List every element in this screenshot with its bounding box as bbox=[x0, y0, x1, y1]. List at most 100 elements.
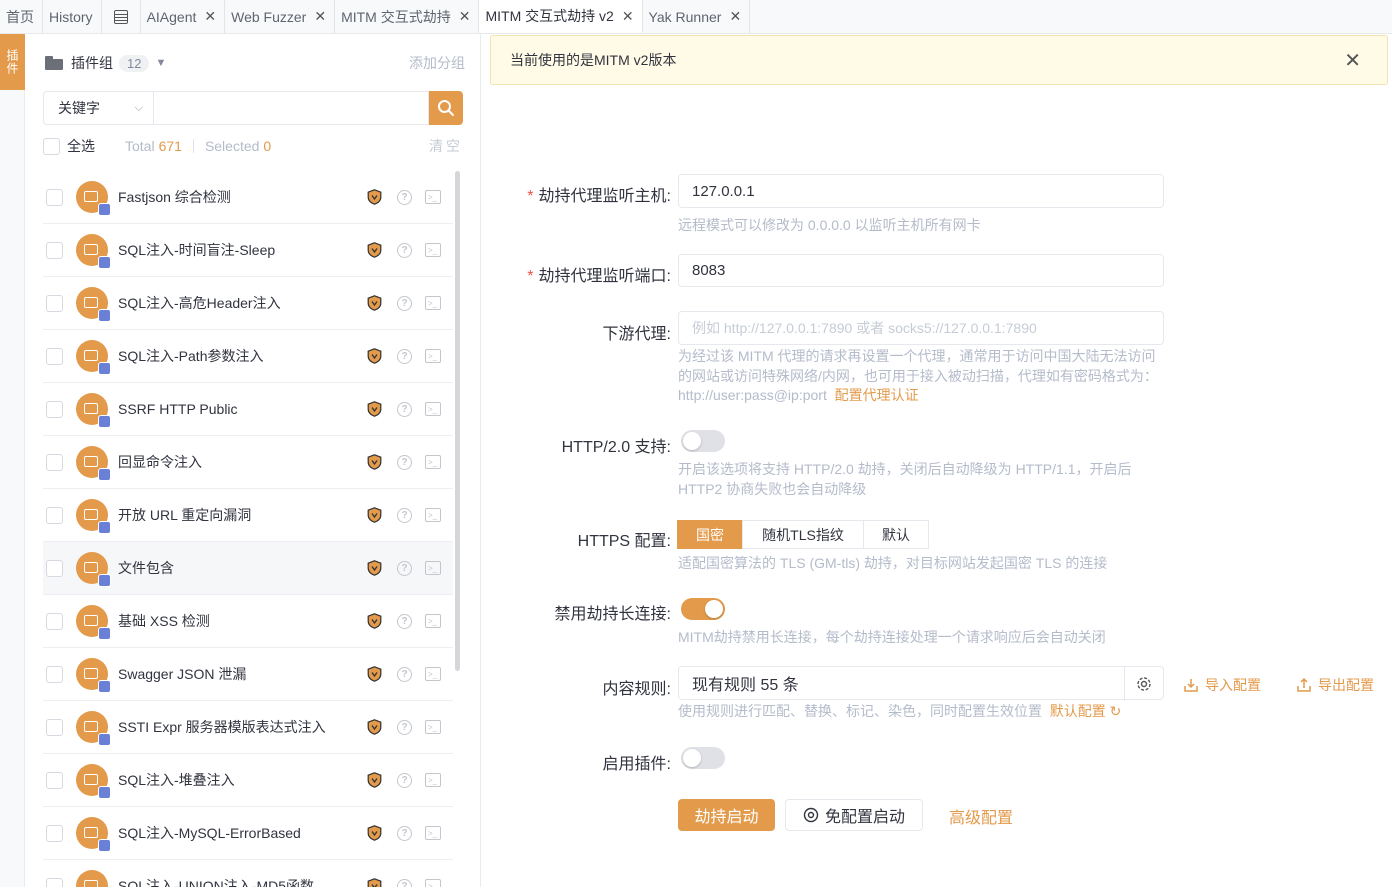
plugin-checkbox[interactable] bbox=[46, 559, 63, 577]
tab-history[interactable]: History bbox=[43, 0, 102, 33]
plugin-list-item[interactable]: SQL注入-Path参数注入? >_ bbox=[43, 330, 453, 383]
plugin-list-item[interactable]: 文件包含? >_ bbox=[43, 542, 453, 595]
help-icon[interactable]: ? bbox=[397, 613, 412, 629]
plugin-list-item[interactable]: Fastjson 综合检测? >_ bbox=[43, 171, 453, 224]
tab-mitm[interactable]: MITM 交互式劫持 ✕ bbox=[335, 0, 480, 33]
help-icon[interactable]: ? bbox=[397, 507, 412, 523]
help-icon[interactable]: ? bbox=[397, 242, 412, 258]
export-config-button[interactable]: 导出配置 bbox=[1296, 675, 1374, 695]
plugin-checkbox[interactable] bbox=[46, 347, 63, 365]
plugin-list-item[interactable]: 基础 XSS 检测? >_ bbox=[43, 595, 453, 648]
https-option-gm[interactable]: 国密 bbox=[677, 520, 743, 549]
terminal-icon[interactable]: >_ bbox=[425, 720, 441, 734]
scrollbar[interactable] bbox=[455, 171, 460, 671]
default-config-link[interactable]: 默认配置 bbox=[1050, 703, 1106, 719]
plugin-group-label[interactable]: 插件组 bbox=[71, 53, 113, 73]
help-icon[interactable]: ? bbox=[397, 878, 412, 887]
plugin-checkbox[interactable] bbox=[46, 294, 63, 312]
plugin-checkbox[interactable] bbox=[46, 400, 63, 418]
close-icon[interactable]: ✕ bbox=[1344, 48, 1361, 73]
clear-button[interactable]: 清空 bbox=[429, 136, 463, 156]
terminal-icon[interactable]: >_ bbox=[425, 190, 441, 204]
plugin-list-item[interactable]: SQL注入-UNION注入-MD5函数? >_ bbox=[43, 860, 453, 887]
terminal-icon[interactable]: >_ bbox=[425, 826, 441, 840]
reset-icon[interactable]: ↻ bbox=[1110, 703, 1122, 719]
help-icon[interactable]: ? bbox=[397, 295, 412, 311]
start-hijack-button[interactable]: 劫持启动 bbox=[678, 799, 775, 831]
plugin-checkbox[interactable] bbox=[46, 877, 63, 887]
plugin-list-item[interactable]: Swagger JSON 泄漏? >_ bbox=[43, 648, 453, 701]
plugin-list-item[interactable]: SQL注入-堆叠注入? >_ bbox=[43, 754, 453, 807]
tab-grid[interactable] bbox=[101, 0, 141, 33]
close-icon[interactable]: ✕ bbox=[314, 8, 326, 25]
tab-web-fuzzer[interactable]: Web Fuzzer ✕ bbox=[225, 0, 336, 33]
terminal-icon[interactable]: >_ bbox=[425, 402, 441, 416]
terminal-icon[interactable]: >_ bbox=[425, 349, 441, 363]
chevron-down-icon[interactable]: ▼ bbox=[155, 57, 166, 69]
select-all-checkbox[interactable] bbox=[43, 137, 60, 155]
search-button[interactable] bbox=[429, 91, 463, 125]
select-all-label[interactable]: 全选 bbox=[67, 136, 95, 156]
plugin-checkbox[interactable] bbox=[46, 824, 63, 842]
advanced-config-link[interactable]: 高级配置 bbox=[949, 804, 1013, 828]
close-icon[interactable]: ✕ bbox=[459, 8, 471, 25]
help-icon[interactable]: ? bbox=[397, 454, 412, 470]
plugin-checkbox[interactable] bbox=[46, 771, 63, 789]
plugin-list-item[interactable]: SQL注入-时间盲注-Sleep? >_ bbox=[43, 224, 453, 277]
help-icon[interactable]: ? bbox=[397, 189, 412, 205]
plugin-checkbox[interactable] bbox=[46, 241, 63, 259]
terminal-icon[interactable]: >_ bbox=[425, 614, 441, 628]
no-config-start-button[interactable]: 免配置启动 bbox=[785, 799, 923, 831]
plugin-checkbox[interactable] bbox=[46, 612, 63, 630]
plugin-list-item[interactable]: SQL注入-MySQL-ErrorBased? >_ bbox=[43, 807, 453, 860]
plugin-checkbox[interactable] bbox=[46, 718, 63, 736]
terminal-icon[interactable]: >_ bbox=[425, 879, 441, 887]
terminal-icon[interactable]: >_ bbox=[425, 773, 441, 787]
close-icon[interactable]: ✕ bbox=[622, 8, 634, 25]
import-config-button[interactable]: 导入配置 bbox=[1183, 675, 1261, 695]
tab-mitm-v2[interactable]: MITM 交互式劫持 v2 ✕ bbox=[479, 0, 643, 33]
help-icon[interactable]: ? bbox=[397, 772, 412, 788]
http2-toggle[interactable] bbox=[681, 430, 725, 452]
disable-keepalive-toggle[interactable] bbox=[681, 598, 725, 620]
plugin-checkbox[interactable] bbox=[46, 188, 63, 206]
search-input[interactable] bbox=[153, 91, 429, 125]
plugin-checkbox[interactable] bbox=[46, 453, 63, 471]
tab-home[interactable]: 首页 bbox=[0, 0, 43, 33]
plugin-list-item[interactable]: SSRF HTTP Public? >_ bbox=[43, 383, 453, 436]
proxy-auth-link[interactable]: 配置代理认证 bbox=[835, 387, 919, 403]
https-option-default[interactable]: 默认 bbox=[863, 520, 929, 549]
help-icon[interactable]: ? bbox=[397, 401, 412, 417]
port-input[interactable]: 8083 bbox=[678, 254, 1164, 287]
terminal-icon[interactable]: >_ bbox=[425, 667, 441, 681]
help-icon[interactable]: ? bbox=[397, 719, 412, 735]
plugin-sidebar-toggle[interactable]: 插件 bbox=[0, 34, 25, 90]
help-icon[interactable]: ? bbox=[397, 560, 412, 576]
tab-yak-runner[interactable]: Yak Runner ✕ bbox=[642, 0, 751, 33]
help-icon[interactable]: ? bbox=[397, 348, 412, 364]
plugin-list-item[interactable]: 开放 URL 重定向漏洞? >_ bbox=[43, 489, 453, 542]
terminal-icon[interactable]: >_ bbox=[425, 455, 441, 469]
enable-plugin-toggle[interactable] bbox=[681, 747, 725, 769]
terminal-icon[interactable]: >_ bbox=[425, 561, 441, 575]
rules-settings-button[interactable] bbox=[1124, 667, 1163, 701]
plugin-checkbox[interactable] bbox=[46, 665, 63, 683]
plugin-list-item[interactable]: SSTI Expr 服务器模版表达式注入? >_ bbox=[43, 701, 453, 754]
help-icon[interactable]: ? bbox=[397, 666, 412, 682]
close-icon[interactable]: ✕ bbox=[729, 8, 741, 25]
terminal-icon[interactable]: >_ bbox=[425, 296, 441, 310]
search-type-select[interactable]: 关键字 ⌵ bbox=[43, 91, 153, 125]
https-option-random-tls[interactable]: 随机TLS指纹 bbox=[742, 520, 864, 549]
plugin-list-item[interactable]: SQL注入-高危Header注入? >_ bbox=[43, 277, 453, 330]
close-icon[interactable]: ✕ bbox=[204, 8, 216, 25]
plugin-checkbox[interactable] bbox=[46, 506, 63, 524]
plugin-list-item[interactable]: 回显命令注入? >_ bbox=[43, 436, 453, 489]
help-icon[interactable]: ? bbox=[397, 825, 412, 841]
downstream-proxy-input[interactable]: 例如 http://127.0.0.1:7890 或者 socks5://127… bbox=[678, 311, 1164, 345]
tab-aiagent[interactable]: AIAgent ✕ bbox=[140, 0, 226, 33]
content-rules-field[interactable]: 现有规则 55 条 bbox=[678, 666, 1164, 701]
terminal-icon[interactable]: >_ bbox=[425, 243, 441, 257]
terminal-icon[interactable]: >_ bbox=[425, 508, 441, 522]
host-input[interactable]: 127.0.0.1 bbox=[678, 174, 1164, 208]
add-group-button[interactable]: 添加分组 bbox=[409, 53, 465, 73]
